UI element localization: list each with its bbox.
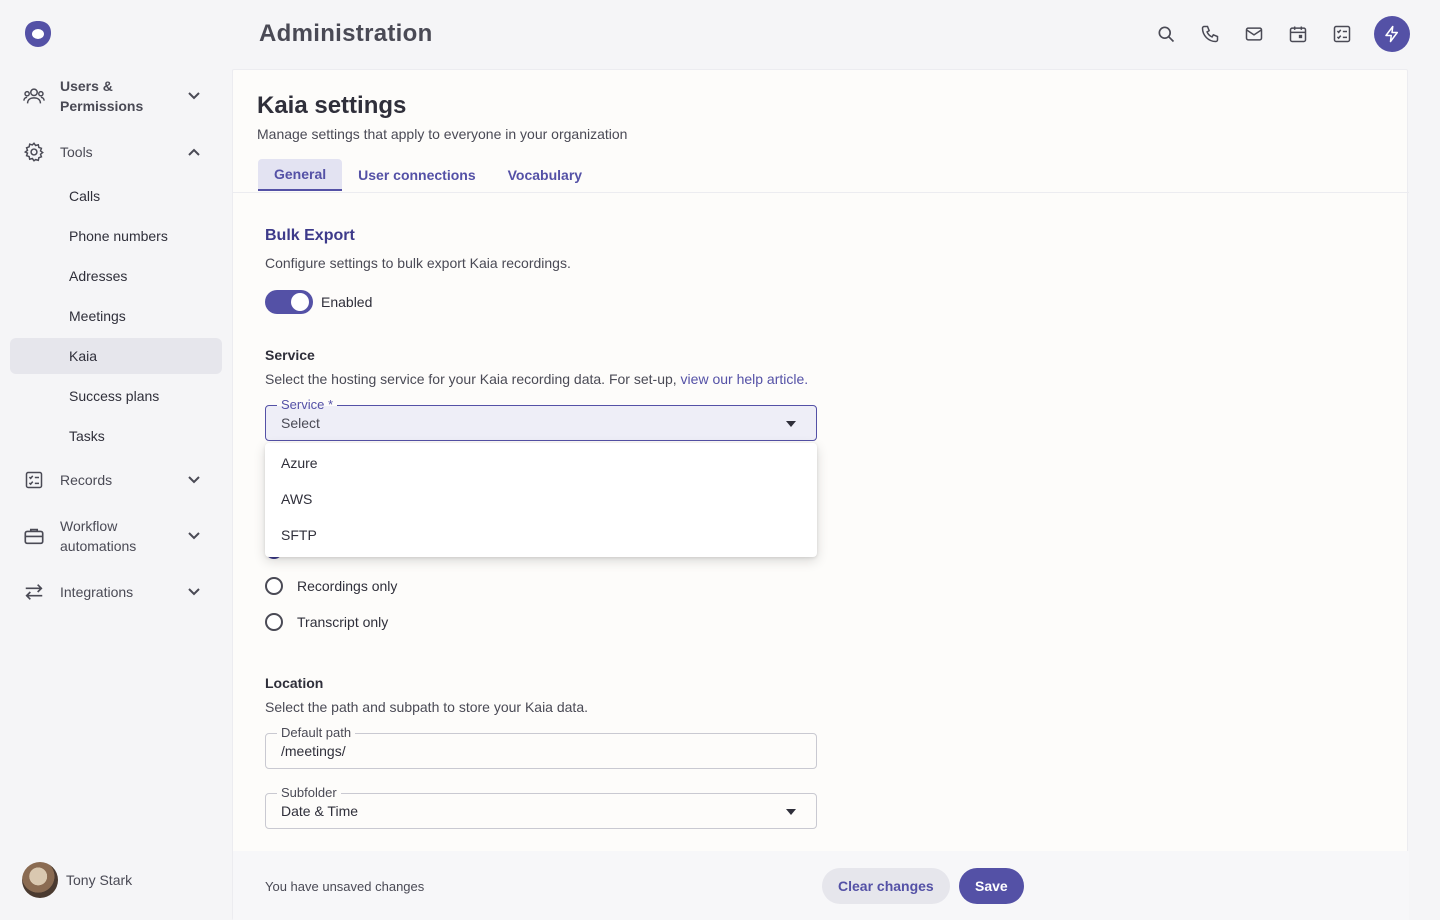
radio-label: Recordings only [297, 578, 398, 594]
bulk-export-title: Bulk Export [265, 227, 355, 244]
bulk-export-toggle-row: Enabled [265, 290, 372, 314]
sidebar-group-label: Integrations [60, 584, 134, 600]
service-select[interactable]: Service * Select [265, 397, 817, 441]
divider [233, 192, 1409, 193]
location-description: Select the path and subpath to store you… [265, 699, 588, 715]
tab-vocabulary[interactable]: Vocabulary [492, 159, 598, 191]
unsaved-changes-text: You have unsaved changes [265, 879, 425, 894]
service-heading: Service [265, 347, 315, 363]
tab-bar: General User connections Vocabulary [258, 159, 598, 191]
sidebar-group-users-permissions[interactable]: Users & Permissions [10, 76, 222, 116]
service-description: Select the hosting service for your Kaia… [265, 371, 808, 387]
chevron-up-icon [188, 148, 200, 156]
sidebar-group-integrations[interactable]: Integrations [10, 580, 222, 604]
sidebar-group-records[interactable]: Records [10, 468, 222, 492]
settings-panel: Kaia settings Manage settings that apply… [232, 69, 1409, 920]
help-article-link[interactable]: view our help article. [681, 371, 809, 387]
toggle-knob [291, 293, 309, 311]
user-name: Tony Stark [66, 872, 133, 888]
chevron-down-icon [188, 532, 200, 540]
sidebar-item-success-plans[interactable]: Success plans [10, 378, 222, 414]
sidebar: Users & Permissions Tools Calls Phone nu… [0, 0, 232, 920]
default-path-label: Default path [277, 725, 356, 741]
gear-icon [16, 141, 52, 163]
service-dropdown-menu: Azure AWS SFTP [265, 443, 817, 557]
mail-icon[interactable] [1232, 16, 1276, 52]
sidebar-item-kaia[interactable]: Kaia [10, 338, 222, 374]
radio-circle [265, 577, 283, 595]
checklist-icon[interactable] [1320, 16, 1364, 52]
subfolder-label: Subfolder [277, 785, 341, 801]
service-select-label: Service * [277, 397, 338, 413]
sidebar-item-phone-numbers[interactable]: Phone numbers [10, 218, 222, 254]
bulk-export-description: Configure settings to bulk export Kaia r… [265, 255, 571, 271]
save-button[interactable]: Save [959, 868, 1024, 904]
menu-item-aws[interactable]: AWS [265, 481, 817, 517]
service-select-value: Select [281, 415, 320, 431]
tab-user-connections[interactable]: User connections [342, 159, 491, 191]
service-description-text: Select the hosting service for your Kaia… [265, 371, 681, 387]
sidebar-item-tasks[interactable]: Tasks [10, 418, 222, 454]
sidebar-item-meetings[interactable]: Meetings [10, 298, 222, 334]
clear-changes-button[interactable]: Clear changes [822, 868, 950, 904]
location-heading: Location [265, 675, 324, 691]
sidebar-group-label: Records [60, 472, 113, 488]
sidebar-group-tools[interactable]: Tools [10, 140, 222, 164]
bulk-export-toggle[interactable] [265, 290, 313, 314]
calendar-icon[interactable] [1276, 16, 1320, 52]
chevron-down-icon [188, 92, 200, 100]
panel-title: Kaia settings [257, 92, 407, 119]
app-logo-icon[interactable] [24, 20, 52, 48]
subfolder-value: Date & Time [281, 803, 359, 819]
caret-down-icon [786, 421, 796, 427]
radio-label: Transcript only [297, 614, 389, 630]
user-profile[interactable]: Tony Stark [22, 862, 132, 898]
sidebar-group-workflow-automations[interactable]: Workflow automations [10, 516, 222, 556]
unsaved-changes-bar: You have unsaved changes Clear changes S… [233, 851, 1409, 920]
bolt-icon[interactable] [1374, 16, 1410, 52]
radio-transcript-only[interactable]: Transcript only [265, 613, 388, 631]
arrows-swap-icon [16, 581, 52, 603]
sidebar-group-label: Tools [60, 144, 93, 160]
briefcase-icon [16, 525, 52, 547]
page-title: Administration [259, 20, 433, 47]
toggle-label: Enabled [321, 294, 373, 310]
phone-icon[interactable] [1188, 16, 1232, 52]
menu-item-sftp[interactable]: SFTP [265, 517, 817, 553]
subfolder-select[interactable]: Subfolder Date & Time [265, 785, 817, 829]
sidebar-group-label: Users & Permissions [60, 78, 144, 114]
checklist-icon [16, 470, 52, 490]
default-path-field[interactable]: Default path /meetings/ [265, 725, 817, 769]
chevron-down-icon [188, 476, 200, 484]
sidebar-group-label: Workflow automations [60, 518, 137, 554]
radio-recordings-only[interactable]: Recordings only [265, 577, 397, 595]
avatar [22, 862, 58, 898]
sidebar-item-adresses[interactable]: Adresses [10, 258, 222, 294]
tab-general[interactable]: General [258, 159, 343, 191]
top-toolbar [1144, 16, 1410, 52]
panel-subtitle: Manage settings that apply to everyone i… [257, 126, 628, 142]
radio-circle [265, 613, 283, 631]
users-icon [16, 85, 52, 107]
search-icon[interactable] [1144, 16, 1188, 52]
sidebar-item-calls[interactable]: Calls [10, 178, 222, 214]
menu-item-azure[interactable]: Azure [265, 445, 817, 481]
caret-down-icon [786, 809, 796, 815]
default-path-value: /meetings/ [281, 743, 346, 759]
chevron-down-icon [188, 588, 200, 596]
